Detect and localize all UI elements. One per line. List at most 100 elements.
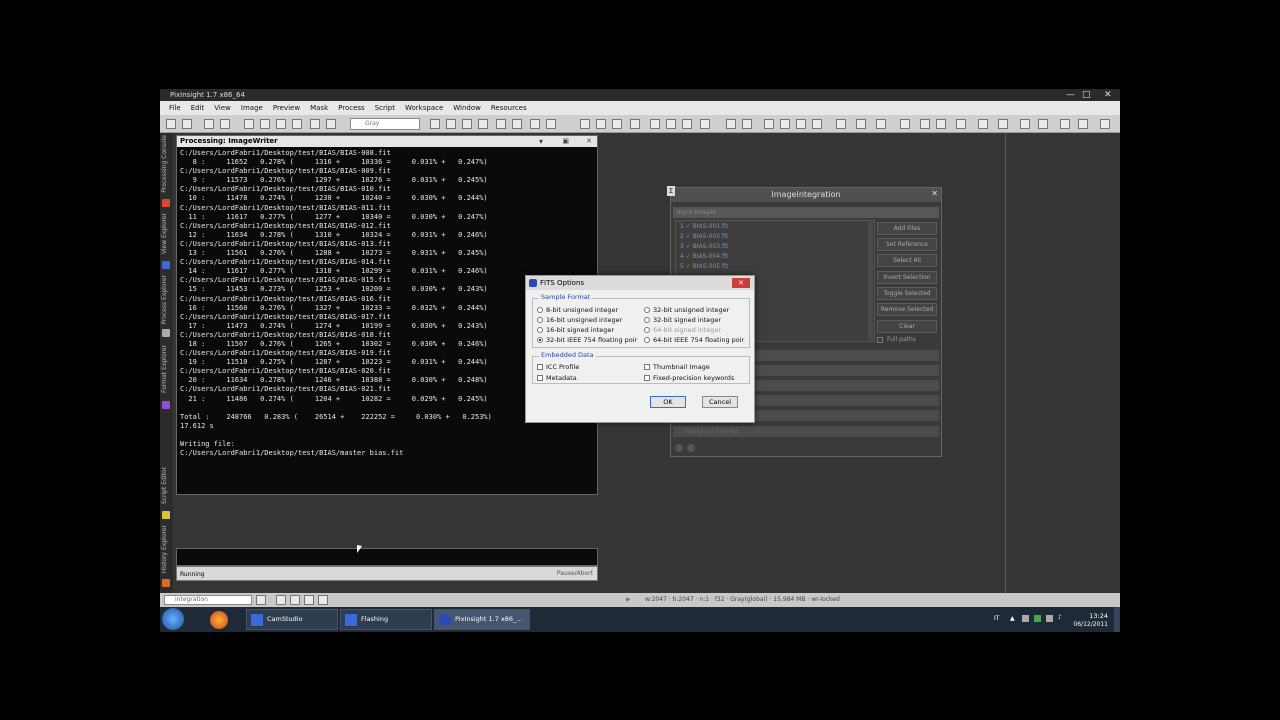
tab-format-explorer[interactable]: Format Explorer [161,345,168,393]
tool-icon[interactable] [700,119,710,129]
channel-blue-icon[interactable] [292,119,302,129]
undo-icon[interactable] [166,119,176,129]
tool-icon[interactable] [726,119,736,129]
channel-green-icon[interactable] [276,119,286,129]
volume-icon[interactable]: ♪ [1058,614,1062,621]
clock-time[interactable]: 13:24 [1089,612,1108,620]
radio-32bit-float[interactable]: 32-bit IEEE 754 floating poir [537,336,637,344]
tool-icon[interactable] [682,119,692,129]
tool-icon[interactable] [596,119,606,129]
clock-date[interactable]: 06/12/2011 [1073,621,1108,628]
zoom-2-icon[interactable] [512,119,522,129]
tab-script-editor[interactable]: Script Editor [161,467,168,504]
radio-32bit-int[interactable]: 32-bit signed integer [644,316,721,324]
new-image-icon[interactable] [204,119,214,129]
channel-red-icon[interactable] [260,119,270,129]
show-desktop-button[interactable] [1114,607,1120,632]
tool-icon[interactable] [650,119,660,129]
menu-window[interactable]: Window [448,101,486,115]
ok-button[interactable]: OK [650,396,686,408]
view-icon[interactable] [256,595,266,605]
view-select[interactable]: integration [164,595,252,605]
taskbar-flashing[interactable]: Flashing [340,609,432,630]
tool-icon[interactable] [796,119,806,129]
region-of-interest-section[interactable]: Region of Interest [673,426,939,437]
network-icon[interactable] [1046,615,1053,622]
toggle-selected-button[interactable]: Toggle Selected [877,287,937,300]
set-reference-button[interactable]: Set Reference [877,238,937,251]
maximize-button[interactable]: □ [1082,89,1091,101]
tool-icon[interactable] [742,119,752,129]
start-button[interactable] [162,608,184,630]
tool-icon[interactable] [1038,119,1048,129]
radio-64bit-float[interactable]: 64-bit IEEE 754 floating poir [644,336,744,344]
copy-icon[interactable] [220,119,230,129]
apply-icon[interactable] [687,444,695,452]
tab-process-explorer[interactable]: Process Explorer [161,275,168,325]
close-button[interactable]: ✕ [1104,89,1112,101]
thumbnail-checkbox[interactable]: Thumbnail Image [644,363,710,371]
tool-icon[interactable] [876,119,886,129]
menu-view[interactable]: View [209,101,236,115]
tool-icon[interactable] [812,119,822,129]
firefox-icon[interactable] [210,611,228,629]
redo-icon[interactable] [182,119,192,129]
crosshair-icon[interactable] [430,119,440,129]
menu-script[interactable]: Script [370,101,400,115]
icc-profile-checkbox[interactable]: ICC Profile [537,363,579,371]
full-paths-checkbox[interactable]: Full paths [877,336,916,343]
color-space-select[interactable]: Gray [350,118,420,130]
tool-icon[interactable] [1060,119,1070,129]
tool-icon[interactable] [998,119,1008,129]
tool-icon[interactable] [1020,119,1030,129]
mask-icon[interactable] [310,119,320,129]
list-item[interactable]: 2 ✓ BIAS-002.fit [680,233,728,240]
tool-icon[interactable] [630,119,640,129]
radio-16bit-uint[interactable]: 16-bit unsigned integer [537,316,622,324]
add-files-button[interactable]: Add Files [877,222,937,235]
mask-show-icon[interactable] [326,119,336,129]
tab-processing-console[interactable]: Processing Console [161,135,168,193]
tray-icon[interactable] [1034,615,1041,622]
readout-icon[interactable] [478,119,488,129]
input-images-header[interactable]: Input Images [673,207,939,218]
channel-icon[interactable] [244,119,254,129]
menu-mask[interactable]: Mask [305,101,333,115]
list-scrollbar[interactable] [868,222,873,340]
menu-resources[interactable]: Resources [486,101,532,115]
metadata-checkbox[interactable]: Metadata [537,374,577,382]
tool-icon[interactable] [920,119,930,129]
tool-icon[interactable] [1078,119,1088,129]
play-icon[interactable]: ▶ [626,593,631,607]
tab-view-explorer[interactable]: View Explorer [161,213,168,254]
zoom-in-icon[interactable] [530,119,540,129]
view-mode-icon[interactable] [290,595,300,605]
taskbar-pixinsight[interactable]: PixInsight 1.7 x86_... [434,609,530,630]
pause-abort-button[interactable]: Pause/Abort [547,569,593,579]
close-button[interactable]: ✕ [732,278,750,288]
view-mode-icon[interactable] [304,595,314,605]
zoom-out-icon[interactable] [546,119,556,129]
apply-global-icon[interactable] [675,444,683,452]
language-indicator[interactable]: IT [994,615,999,622]
console-command-input[interactable] [176,548,598,566]
tool-icon[interactable] [900,119,910,129]
clear-button[interactable]: Clear [877,320,937,333]
menu-process[interactable]: Process [333,101,370,115]
remove-selected-button[interactable]: Remove Selected [877,303,937,316]
tool-icon[interactable] [936,119,946,129]
taskbar-camstudio[interactable]: CamStudio [246,609,338,630]
radio-16bit-int[interactable]: 16-bit signed integer [537,326,614,334]
float-icon[interactable]: ▣ [562,137,569,145]
tool-icon[interactable] [780,119,790,129]
list-item[interactable]: 4 ✓ BIAS-004.fit [680,253,728,260]
chevron-up-icon[interactable]: ▲ [1010,615,1015,622]
invert-selection-button[interactable]: Invert Selection [877,271,937,284]
close-icon[interactable]: ✕ [931,189,938,198]
zoom-fit-icon[interactable] [446,119,456,129]
select-all-button[interactable]: Select All [877,254,937,267]
tool-icon[interactable] [764,119,774,129]
tray-icon[interactable] [1022,615,1029,622]
close-icon[interactable]: ✕ [586,137,592,145]
tool-icon[interactable] [1100,119,1110,129]
